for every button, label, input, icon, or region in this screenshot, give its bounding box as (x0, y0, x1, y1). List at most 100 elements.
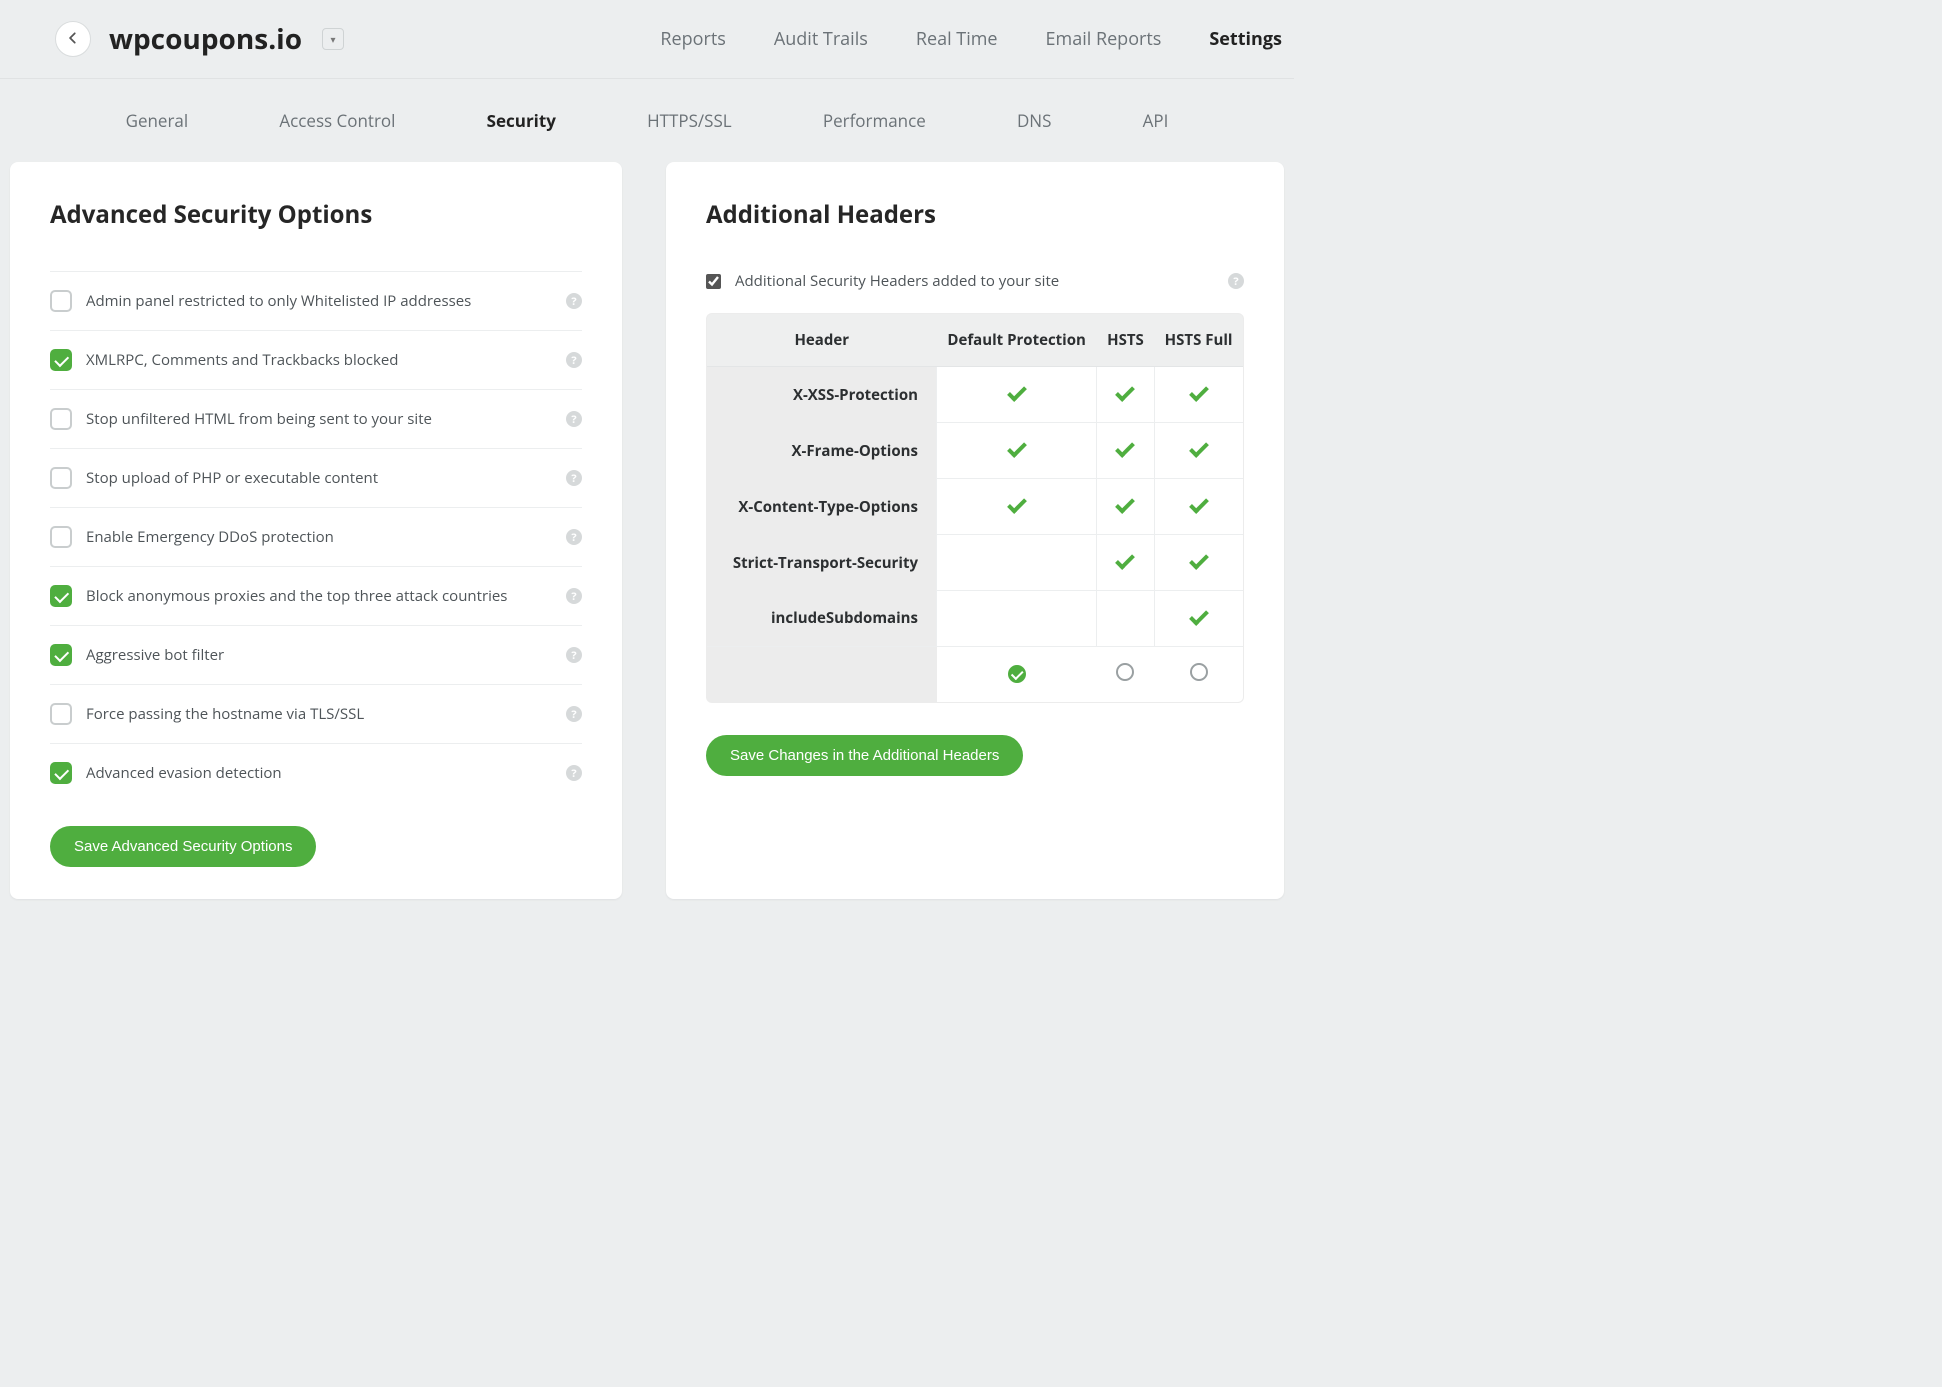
col-hsts: HSTS (1097, 314, 1154, 367)
table-row: X-Content-Type-Options (707, 479, 1244, 535)
row-header: Strict-Transport-Security (707, 535, 937, 591)
option-checkbox[interactable] (50, 467, 72, 489)
select-hsts[interactable] (1097, 647, 1154, 703)
option-checkbox[interactable] (50, 703, 72, 725)
option-label: Admin panel restricted to only Whitelist… (86, 291, 552, 311)
option-checkbox[interactable] (50, 526, 72, 548)
table-cell (1154, 479, 1243, 535)
tab-security[interactable]: Security (487, 109, 556, 132)
headers-toggle-label: Additional Security Headers added to you… (735, 271, 1214, 291)
select-default-protection[interactable] (937, 647, 1097, 703)
headers-toggle-row: Additional Security Headers added to you… (706, 271, 1244, 291)
table-header-row: Header Default Protection HSTS HSTS Full (707, 314, 1244, 367)
row-header: includeSubdomains (707, 591, 937, 647)
option-checkbox[interactable] (50, 349, 72, 371)
tab-dns[interactable]: DNS (1017, 109, 1051, 132)
save-headers-button[interactable]: Save Changes in the Additional Headers (706, 735, 1023, 776)
headers-table: Header Default Protection HSTS HSTS Full… (706, 313, 1244, 703)
panels-row: Advanced Security Options Admin panel re… (0, 162, 1294, 923)
tab-https-ssl[interactable]: HTTPS/SSL (647, 109, 732, 132)
option-label: Block anonymous proxies and the top thre… (86, 586, 552, 606)
option-checkbox[interactable] (50, 290, 72, 312)
table-row: X-XSS-Protection (707, 367, 1244, 423)
nav-audit-trails[interactable]: Audit Trails (774, 27, 868, 51)
help-icon[interactable]: ? (566, 765, 582, 781)
back-button[interactable] (55, 21, 91, 57)
topbar-left: wpcoupons.io ▾ (55, 20, 344, 58)
check-icon (1116, 438, 1136, 458)
option-checkbox[interactable] (50, 408, 72, 430)
check-icon (1007, 438, 1027, 458)
row-header: X-Content-Type-Options (707, 479, 937, 535)
row-header: X-XSS-Protection (707, 367, 937, 423)
check-icon (1007, 382, 1027, 402)
primary-nav: Reports Audit Trails Real Time Email Rep… (660, 27, 1282, 51)
help-icon[interactable]: ? (566, 293, 582, 309)
save-security-button[interactable]: Save Advanced Security Options (50, 826, 316, 867)
table-cell (1097, 535, 1154, 591)
headers-enabled-checkbox[interactable] (706, 274, 721, 289)
check-icon (1189, 382, 1209, 402)
check-icon (1189, 494, 1209, 514)
nav-email-reports[interactable]: Email Reports (1046, 27, 1162, 51)
radio-icon (1190, 663, 1208, 681)
panel-title: Advanced Security Options (50, 198, 582, 231)
security-options-list: Admin panel restricted to only Whitelist… (50, 271, 582, 802)
advanced-security-panel: Advanced Security Options Admin panel re… (10, 162, 622, 899)
option-checkbox[interactable] (50, 585, 72, 607)
col-default-protection: Default Protection (937, 314, 1097, 367)
arrow-left-icon (66, 28, 80, 50)
tab-access-control[interactable]: Access Control (279, 109, 395, 132)
help-icon[interactable]: ? (566, 706, 582, 722)
table-cell (1097, 423, 1154, 479)
table-cell (1154, 423, 1243, 479)
col-header: Header (707, 314, 937, 367)
option-label: Aggressive bot filter (86, 645, 552, 665)
option-label: Enable Emergency DDoS protection (86, 527, 552, 547)
table-cell (1097, 367, 1154, 423)
tab-general[interactable]: General (126, 109, 189, 132)
nav-reports[interactable]: Reports (660, 27, 725, 51)
check-icon (1116, 550, 1136, 570)
option-checkbox[interactable] (50, 762, 72, 784)
option-label: Stop upload of PHP or executable content (86, 468, 552, 488)
nav-real-time[interactable]: Real Time (916, 27, 998, 51)
help-icon[interactable]: ? (566, 352, 582, 368)
option-checkbox[interactable] (50, 644, 72, 666)
help-icon[interactable]: ? (566, 470, 582, 486)
help-icon[interactable]: ? (566, 647, 582, 663)
security-option-row: Stop unfiltered HTML from being sent to … (50, 389, 582, 448)
select-hsts-full[interactable] (1154, 647, 1243, 703)
security-option-row: Enable Emergency DDoS protection? (50, 507, 582, 566)
table-row: X-Frame-Options (707, 423, 1244, 479)
option-label: XMLRPC, Comments and Trackbacks blocked (86, 350, 552, 370)
table-cell (937, 479, 1097, 535)
help-icon[interactable]: ? (566, 588, 582, 604)
chevron-down-icon: ▾ (331, 32, 336, 46)
check-icon (1189, 606, 1209, 626)
row-header: X-Frame-Options (707, 423, 937, 479)
help-icon[interactable]: ? (566, 411, 582, 427)
tab-performance[interactable]: Performance (823, 109, 926, 132)
check-icon (1007, 494, 1027, 514)
table-cell (1154, 367, 1243, 423)
option-label: Force passing the hostname via TLS/SSL (86, 704, 552, 724)
site-switcher-dropdown[interactable]: ▾ (322, 28, 344, 50)
radio-icon (1008, 665, 1026, 683)
additional-headers-panel: Additional Headers Additional Security H… (666, 162, 1284, 899)
help-icon[interactable]: ? (566, 529, 582, 545)
check-icon (1116, 494, 1136, 514)
security-option-row: Block anonymous proxies and the top thre… (50, 566, 582, 625)
table-cell (1154, 535, 1243, 591)
site-title: wpcoupons.io (109, 20, 302, 58)
top-bar: wpcoupons.io ▾ Reports Audit Trails Real… (0, 0, 1294, 79)
table-cell (937, 591, 1097, 647)
radio-icon (1116, 663, 1134, 681)
help-icon[interactable]: ? (1228, 273, 1244, 289)
nav-settings[interactable]: Settings (1209, 27, 1282, 51)
table-row: includeSubdomains (707, 591, 1244, 647)
tab-api[interactable]: API (1143, 109, 1169, 132)
option-label: Stop unfiltered HTML from being sent to … (86, 409, 552, 429)
check-icon (1189, 438, 1209, 458)
security-option-row: Force passing the hostname via TLS/SSL? (50, 684, 582, 743)
